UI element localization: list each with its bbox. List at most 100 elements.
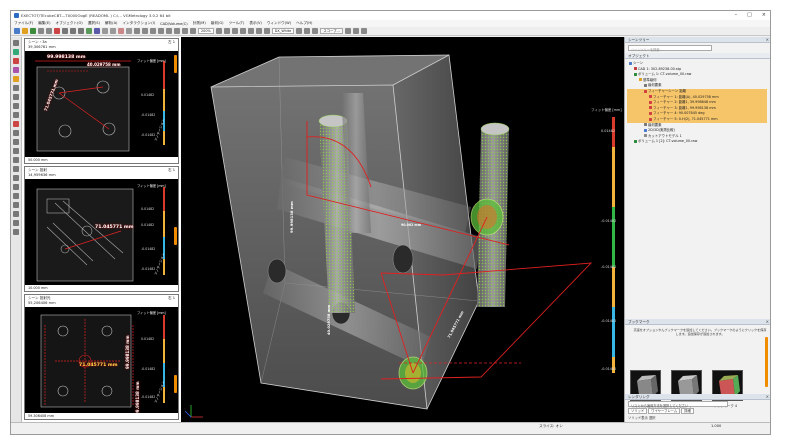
distance-label-vertical[interactable]: 40.029758 mm	[327, 305, 331, 335]
point-icon[interactable]	[13, 148, 19, 154]
front-view-icon[interactable]	[166, 28, 172, 34]
screenshot-icon[interactable]	[344, 28, 351, 34]
save-icon[interactable]	[30, 28, 36, 34]
bookmarks-scrollbar[interactable]	[765, 337, 768, 387]
slot-icon[interactable]	[13, 175, 19, 181]
top-view-icon[interactable]	[182, 28, 188, 34]
iso-view-icon[interactable]	[190, 28, 196, 34]
distance-label-small[interactable]: 90.002 mm	[401, 223, 421, 227]
shadow-icon[interactable]	[304, 28, 311, 34]
slice-scrollbar[interactable]	[174, 227, 177, 245]
distance-label-main[interactable]: 71.045771 mm	[95, 225, 134, 230]
mirror-icon[interactable]	[247, 28, 254, 34]
pointer-icon[interactable]	[13, 40, 19, 46]
angle-icon[interactable]	[13, 130, 19, 136]
transparency-icon[interactable]	[312, 28, 319, 34]
menu-file[interactable]: ファイル(F)	[14, 21, 33, 26]
distance-label-side[interactable]: 99.998138 mm	[135, 381, 140, 415]
rotate-icon[interactable]	[62, 28, 68, 34]
menu-view[interactable]: 表示(V)	[249, 21, 261, 26]
split-icon[interactable]	[142, 28, 148, 34]
side-view-icon[interactable]	[174, 28, 180, 34]
menu-geometry[interactable]: 幾何(G)	[211, 21, 224, 26]
clip-icon[interactable]	[94, 28, 100, 34]
tab-wireframe[interactable]: ワイヤーフレーム	[648, 408, 681, 414]
distance-label-main[interactable]: 71.045771 mm	[79, 363, 118, 368]
slice-scrollbar[interactable]	[174, 375, 177, 393]
3d-viewport[interactable]: 99.998138 mm 90.002 mm 71.045771 mm 40.0…	[181, 37, 624, 422]
menu-select[interactable]: 選択(S)	[88, 21, 100, 26]
scene-tree-search-input[interactable]: シーンツリーを検索...	[628, 45, 712, 52]
annotation-icon[interactable]	[13, 76, 19, 82]
pan-icon[interactable]	[70, 28, 76, 34]
menu-measure[interactable]: 計測(M)	[193, 21, 206, 26]
menu-object[interactable]: オブジェクト(O)	[56, 21, 83, 26]
pin-icon[interactable]	[13, 58, 19, 64]
slice-view-2[interactable]: シーン 投射 14,959636 mm 右 1 71.045771 mm フィッ…	[24, 166, 179, 292]
wall-thickness-icon[interactable]	[13, 202, 19, 208]
select-icon[interactable]	[54, 28, 60, 34]
plane-icon[interactable]	[13, 85, 19, 91]
measure-icon[interactable]	[86, 28, 92, 34]
pencil-icon[interactable]	[13, 49, 19, 55]
torus-icon[interactable]	[13, 166, 19, 172]
porosity-icon[interactable]	[13, 211, 19, 217]
menu-help[interactable]: ヘルプ(H)	[296, 21, 312, 26]
close-button[interactable]: ×	[762, 12, 766, 18]
menu-analysis[interactable]: 解析(A)	[105, 21, 117, 26]
fit-icon[interactable]	[150, 28, 156, 34]
cylinder-icon[interactable]	[13, 94, 19, 100]
reset-view-icon[interactable]	[158, 28, 164, 34]
menu-cad-volume[interactable]: CAD/Volume(C)	[160, 22, 188, 26]
lock-icon[interactable]	[215, 28, 222, 34]
layout-icon[interactable]	[134, 28, 140, 34]
align-icon[interactable]	[239, 28, 246, 34]
view-select[interactable]: スコープ…	[320, 28, 343, 34]
menu-tools[interactable]: ツール(T)	[229, 21, 245, 26]
close-icon[interactable]: ×	[766, 319, 769, 324]
color-icon[interactable]	[263, 28, 270, 34]
transform-icon[interactable]	[231, 28, 238, 34]
menu-edit[interactable]: 編集(E)	[38, 21, 50, 26]
snap-icon[interactable]	[223, 28, 230, 34]
tab-detail[interactable]: 詳細	[681, 408, 694, 414]
new-icon[interactable]	[14, 28, 20, 34]
nominal-actual-icon[interactable]	[13, 220, 19, 226]
section-icon[interactable]	[13, 184, 19, 190]
distance-label-long[interactable]: 99.998138 mm	[289, 201, 294, 233]
scale-icon[interactable]	[255, 28, 262, 34]
undo-icon[interactable]	[38, 28, 44, 34]
grid-icon[interactable]	[102, 28, 108, 34]
tab-solid[interactable]: ソリッド	[628, 408, 648, 414]
rendering-preset-select[interactable]: リストから適用方法を選択してください	[628, 401, 728, 408]
minimize-button[interactable]: –	[735, 12, 738, 18]
lighting-icon[interactable]	[296, 28, 303, 34]
report-icon[interactable]	[360, 28, 367, 34]
close-icon[interactable]: ×	[766, 37, 769, 42]
render-icon[interactable]	[118, 28, 124, 34]
shape-icon[interactable]	[13, 67, 19, 73]
distance-label-main[interactable]: 99.998138 mm	[47, 55, 86, 60]
slice-view-1[interactable]: シーン・3a 39,306781 mm 左 1 99.998138 mm 40.…	[24, 38, 179, 164]
scene-tree-item[interactable]: ボリューム 1 [2]: CT-volume_00.raw	[627, 139, 767, 145]
open-icon[interactable]	[22, 28, 28, 34]
zoom-select[interactable]: 200%	[198, 28, 214, 34]
slice-view-3[interactable]: シーン 投射光 55,206406 mm 右 1 71.045771 mm 99…	[24, 294, 179, 420]
menu-interaction[interactable]: インタラクション(I)	[122, 21, 155, 26]
close-icon[interactable]: ×	[766, 394, 769, 399]
registration-icon[interactable]	[13, 229, 19, 235]
slice-scrollbar[interactable]	[174, 55, 177, 73]
video-icon[interactable]	[352, 28, 359, 34]
circle-icon[interactable]	[13, 112, 19, 118]
distance-icon[interactable]	[13, 121, 19, 127]
distance-label-secondary[interactable]: 99.998138 mm	[125, 335, 130, 369]
redo-icon[interactable]	[46, 28, 52, 34]
zoom-icon[interactable]	[78, 28, 84, 34]
cone-icon[interactable]	[13, 157, 19, 163]
clip-box-icon[interactable]	[13, 193, 19, 199]
camera-icon[interactable]	[110, 28, 116, 34]
rendering-property-row[interactable]: ソリッド表示 選択	[628, 415, 768, 421]
material-select[interactable]: DX_White	[271, 28, 295, 34]
maximize-button[interactable]: □	[747, 12, 752, 18]
distance-label-secondary[interactable]: 40.029758 mm	[87, 62, 121, 67]
